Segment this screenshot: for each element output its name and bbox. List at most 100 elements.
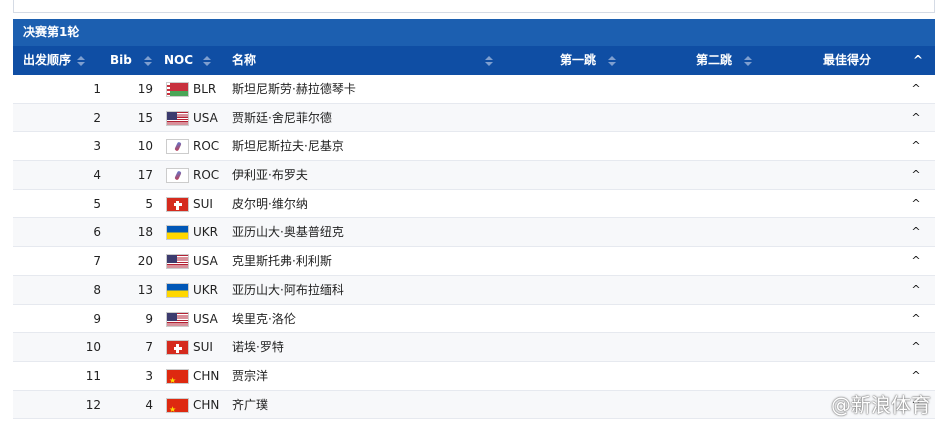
noc-code: BLR <box>193 82 217 96</box>
collapse-all-icon[interactable]: ^ <box>913 46 923 75</box>
noc-code: CHN <box>193 368 220 383</box>
expand-toggle-icon[interactable]: ^ <box>910 362 922 390</box>
table-row[interactable]: 4 17 ROC 伊利亚·布罗夫 ^ <box>13 161 935 190</box>
athlete-name: 伊利亚·布罗夫 <box>232 168 308 183</box>
sort-icon[interactable] <box>485 55 493 66</box>
expand-toggle-icon[interactable]: ^ <box>910 161 922 189</box>
ukraine-flag-icon <box>166 282 189 298</box>
header-noc-label: NOC <box>164 53 194 67</box>
noc-code: USA <box>193 110 218 125</box>
bib-number: 13 <box>137 282 153 297</box>
expand-toggle-icon[interactable]: ^ <box>910 104 922 132</box>
header-start-order-label: 出发顺序 <box>23 53 72 67</box>
table-body: 1 19 BLR 斯坦尼斯劳·赫拉德琴卡 ^ 2 15 USA 贾斯廷·舍尼菲尔… <box>13 75 935 420</box>
bib-number: 4 <box>145 397 153 412</box>
bib-number: 19 <box>137 82 153 96</box>
table-header: 出发顺序 Bib NOC 名称 第一跳 第二跳 最佳得分 ^ <box>13 46 935 75</box>
header-noc[interactable]: NOC <box>164 46 212 75</box>
expand-toggle-icon[interactable]: ^ <box>910 276 922 304</box>
start-order: 4 <box>93 168 101 183</box>
table-row[interactable]: 8 13 UKR 亚历山大·阿布拉缅科 ^ <box>13 275 935 305</box>
roc-flag-icon <box>166 139 189 155</box>
athlete-name: 埃里克·洛伦 <box>232 311 296 326</box>
athlete-name: 克里斯托弗·利利斯 <box>232 254 332 269</box>
noc-code: USA <box>193 254 218 269</box>
expand-toggle-icon[interactable]: ^ <box>910 75 922 103</box>
sort-icon[interactable] <box>143 55 152 66</box>
table-row[interactable]: 7 20 USA 克里斯托弗·利利斯 ^ <box>13 247 935 276</box>
weibo-watermark: @新浪体育 <box>831 393 931 417</box>
results-table: 决赛第1轮 出发顺序 Bib NOC 名称 第一跳 第二跳 最佳得分 ^ 1 1… <box>13 19 935 420</box>
table-row[interactable]: 3 10 ROC 斯坦尼斯拉夫·尼基京 ^ <box>13 132 935 162</box>
start-order: 3 <box>93 139 101 154</box>
noc-code: USA <box>193 311 218 326</box>
athlete-name: 贾宗洋 <box>232 368 269 383</box>
athlete-name: 贾斯廷·舍尼菲尔德 <box>232 110 332 125</box>
header-bib-label: Bib <box>110 53 132 67</box>
athlete-name: 皮尔明·维尔纳 <box>232 196 308 211</box>
table-row[interactable]: 9 9 USA 埃里克·洛伦 ^ <box>13 304 935 334</box>
usa-flag-icon <box>166 110 189 126</box>
noc-code: CHN <box>193 397 220 412</box>
table-row[interactable]: 1 19 BLR 斯坦尼斯劳·赫拉德琴卡 ^ <box>13 75 935 104</box>
china-flag-icon <box>166 368 189 384</box>
sort-icon[interactable] <box>608 55 617 66</box>
bib-number: 18 <box>137 225 153 240</box>
header-jump-1[interactable]: 第一跳 <box>560 46 617 75</box>
sort-icon[interactable] <box>77 55 86 66</box>
start-order: 8 <box>93 282 101 297</box>
header-bib[interactable]: Bib <box>110 46 152 75</box>
switzerland-flag-icon <box>166 340 189 356</box>
header-start-order[interactable]: 出发顺序 <box>23 46 86 75</box>
bib-number: 15 <box>137 110 153 125</box>
header-best-score[interactable]: 最佳得分 <box>823 46 871 75</box>
expand-toggle-icon[interactable]: ^ <box>910 132 922 160</box>
start-order: 6 <box>93 225 101 240</box>
athlete-name: 亚历山大·奥基普纽克 <box>232 225 344 240</box>
start-order: 12 <box>85 397 101 412</box>
table-row[interactable]: 12 4 CHN 齐广璞 ^ <box>13 390 935 420</box>
sort-icon[interactable] <box>203 55 212 66</box>
table-row[interactable]: 6 18 UKR 亚历山大·奥基普纽克 ^ <box>13 218 935 248</box>
china-flag-icon <box>166 397 189 413</box>
header-jump-2-label: 第二跳 <box>696 53 733 67</box>
bib-number: 17 <box>137 168 153 183</box>
switzerland-flag-icon <box>166 196 189 212</box>
athlete-name: 诺埃·罗特 <box>232 340 284 355</box>
athlete-name: 斯坦尼斯劳·赫拉德琴卡 <box>232 82 356 96</box>
noc-code: SUI <box>193 196 213 211</box>
round-title: 决赛第1轮 <box>13 19 935 46</box>
athlete-name: 亚历山大·阿布拉缅科 <box>232 282 344 297</box>
athlete-name: 斯坦尼斯拉夫·尼基京 <box>232 139 344 154</box>
expand-toggle-icon[interactable]: ^ <box>910 333 922 361</box>
start-order: 5 <box>93 196 101 211</box>
header-name[interactable]: 名称 <box>232 46 256 75</box>
start-order: 9 <box>93 311 101 326</box>
table-row[interactable]: 2 15 USA 贾斯廷·舍尼菲尔德 ^ <box>13 103 935 133</box>
expand-toggle-icon[interactable]: ^ <box>910 218 922 246</box>
usa-flag-icon <box>166 311 189 327</box>
table-row[interactable]: 10 7 SUI 诺埃·罗特 ^ <box>13 333 935 362</box>
table-row[interactable]: 5 5 SUI 皮尔明·维尔纳 ^ <box>13 189 935 219</box>
expand-toggle-icon[interactable]: ^ <box>910 305 922 333</box>
bib-number: 3 <box>145 368 153 383</box>
header-jump-1-label: 第一跳 <box>560 53 597 67</box>
expand-toggle-icon[interactable]: ^ <box>910 247 922 275</box>
noc-code: SUI <box>193 340 213 355</box>
header-name-sort[interactable] <box>479 46 493 75</box>
expand-toggle-icon[interactable]: ^ <box>910 190 922 218</box>
header-best-score-label: 最佳得分 <box>823 53 872 67</box>
start-order: 7 <box>93 254 101 269</box>
roc-flag-icon <box>166 168 189 184</box>
noc-code: ROC <box>193 168 220 183</box>
table-row[interactable]: 11 3 CHN 贾宗洋 ^ <box>13 361 935 391</box>
header-jump-2[interactable]: 第二跳 <box>696 46 753 75</box>
header-name-label: 名称 <box>232 53 257 67</box>
bib-number: 7 <box>145 340 153 355</box>
noc-code: ROC <box>193 139 220 154</box>
bib-number: 10 <box>137 139 153 154</box>
start-order: 10 <box>85 340 101 355</box>
sort-icon[interactable] <box>744 55 753 66</box>
start-order: 11 <box>85 368 101 383</box>
belarus-flag-icon <box>166 82 189 97</box>
